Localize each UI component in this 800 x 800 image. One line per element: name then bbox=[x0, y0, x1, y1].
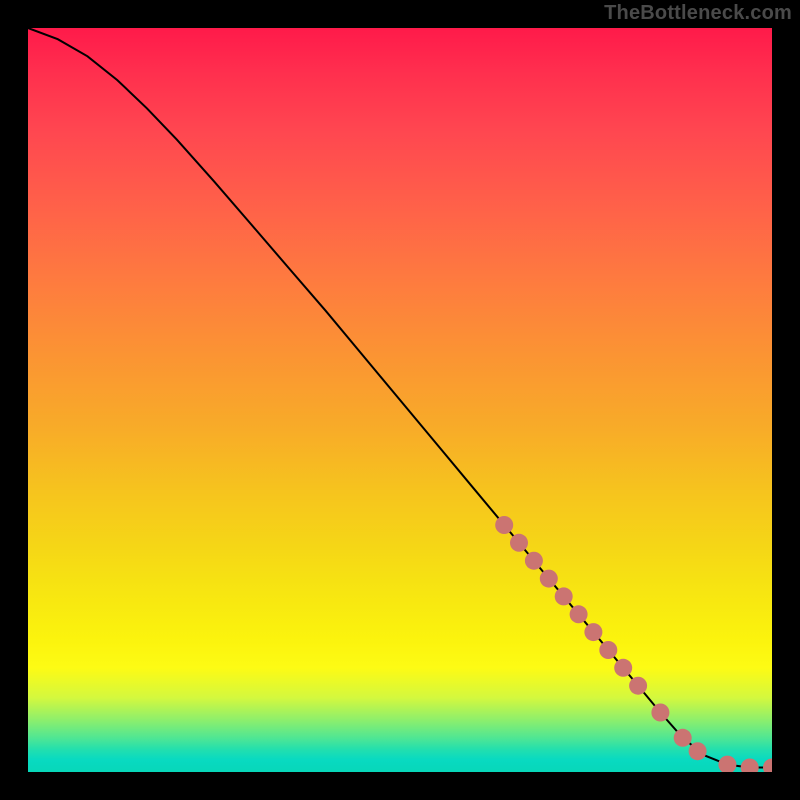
plot-area bbox=[28, 28, 772, 772]
watermark-text: TheBottleneck.com bbox=[604, 2, 792, 25]
gradient-panel bbox=[28, 28, 772, 772]
figure-root: TheBottleneck.com bbox=[0, 0, 800, 800]
